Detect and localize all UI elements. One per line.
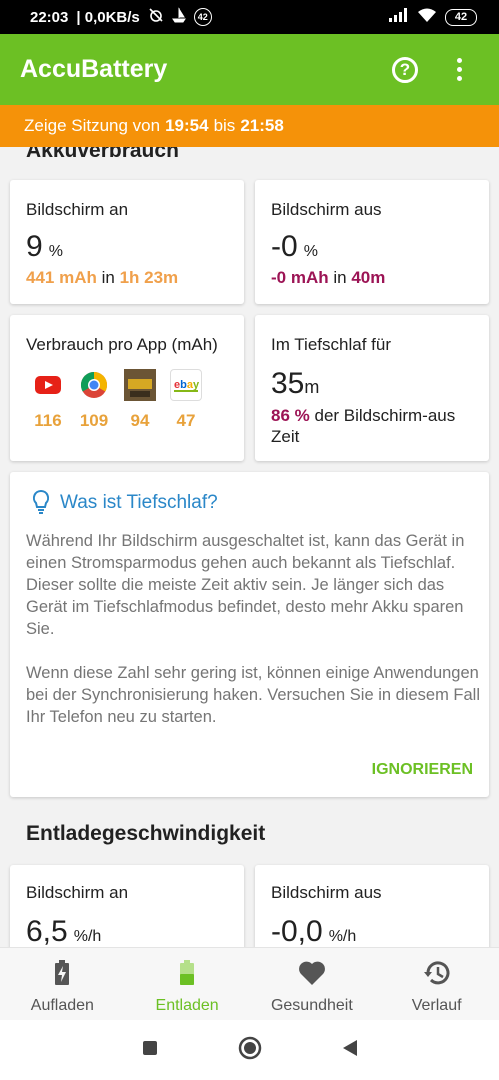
status-bar: 22:03 | 0,0KB/s 42 42 bbox=[0, 0, 499, 34]
nav-label: Aufladen bbox=[30, 997, 94, 1014]
discharge-section-title: Entladegeschwindigkeit bbox=[26, 822, 266, 845]
status-speed: | 0,0KB/s bbox=[76, 8, 140, 26]
svg-text:ebay: ebay bbox=[174, 379, 200, 391]
session-end: 21:58 bbox=[240, 116, 284, 135]
system-navigation bbox=[0, 1020, 499, 1080]
chrome-icon bbox=[78, 369, 110, 401]
per-app-card[interactable]: Verbrauch pro App (mAh) 116 109 94 ebay … bbox=[10, 315, 244, 461]
alarm-off-icon bbox=[148, 7, 164, 27]
home-icon[interactable] bbox=[238, 1036, 262, 1065]
deep-sleep-value: 35m bbox=[271, 367, 320, 400]
signal-icon bbox=[389, 8, 409, 26]
tip-body: Während Ihr Bildschirm ausgeschaltet ist… bbox=[26, 530, 481, 728]
session-prefix: Zeige Sitzung von bbox=[24, 116, 161, 135]
app-item-chrome[interactable]: 109 bbox=[78, 369, 110, 431]
nav-charging[interactable]: Aufladen bbox=[0, 948, 125, 1020]
tip-paragraph: Wenn diese Zahl sehr gering ist, können … bbox=[26, 664, 481, 726]
app-value: 109 bbox=[79, 411, 109, 430]
app-item-game[interactable]: 94 bbox=[124, 369, 156, 431]
scroll-content[interactable]: Akkuverbrauch Bildschirm an 9% 441 mAh i… bbox=[0, 147, 499, 947]
app-item-ebay[interactable]: ebay 47 bbox=[170, 369, 202, 431]
card-label: Bildschirm aus bbox=[271, 200, 382, 219]
ebay-kleinanzeigen-icon: ebay bbox=[170, 369, 202, 401]
help-button[interactable]: ? bbox=[385, 50, 425, 90]
app-title: AccuBattery bbox=[20, 55, 168, 83]
session-banner[interactable]: Zeige Sitzung von 19:54 bis 21:58 bbox=[0, 105, 499, 147]
app-list: 116 109 94 ebay 47 bbox=[32, 369, 202, 431]
deep-sleep-card[interactable]: Im Tiefschlaf für 35m 86 % der Bildschir… bbox=[255, 315, 489, 461]
help-icon: ? bbox=[392, 56, 418, 83]
card-label: Im Tiefschlaf für bbox=[271, 335, 391, 354]
battery-icon bbox=[179, 960, 195, 991]
heart-icon bbox=[298, 960, 326, 991]
battery-status-icon: 42 bbox=[445, 8, 477, 26]
discharge-screen-off-card[interactable]: Bildschirm aus -0,0 %/h bbox=[255, 865, 489, 947]
tip-paragraph: Während Ihr Bildschirm ausgeschaltet ist… bbox=[26, 532, 465, 638]
usage-screen-off-detail: -0 mAh in 40m bbox=[271, 268, 386, 287]
nav-discharging[interactable]: Entladen bbox=[125, 948, 250, 1020]
app-value: 47 bbox=[176, 411, 196, 430]
back-icon[interactable] bbox=[342, 1039, 358, 1062]
usage-screen-on-value: 9% bbox=[26, 230, 63, 263]
youtube-icon bbox=[32, 369, 64, 401]
nav-label: Verlauf bbox=[411, 997, 462, 1014]
nav-label: Gesundheit bbox=[270, 997, 353, 1014]
usage-screen-on-detail: 441 mAh in 1h 23m bbox=[26, 268, 179, 287]
session-mid: bis bbox=[213, 116, 236, 135]
wifi-icon bbox=[417, 8, 437, 27]
recents-icon[interactable] bbox=[142, 1040, 158, 1061]
nav-label: Entladen bbox=[155, 997, 219, 1014]
session-start: 19:54 bbox=[165, 116, 209, 135]
card-label: Bildschirm an bbox=[26, 200, 129, 219]
app-bar: AccuBattery ? bbox=[0, 34, 499, 105]
deep-sleep-detail: 86 % der Bildschirm-aus Zeit bbox=[271, 406, 456, 446]
battery-charging-icon bbox=[54, 960, 70, 991]
app-value: 116 bbox=[34, 411, 62, 430]
boat-icon bbox=[171, 7, 186, 27]
card-label: Verbrauch pro App (mAh) bbox=[26, 335, 218, 354]
nav-health[interactable]: Gesundheit bbox=[250, 948, 375, 1020]
game-icon bbox=[124, 369, 156, 401]
ignore-button[interactable]: IGNORIEREN bbox=[372, 761, 473, 779]
discharge-screen-on-card[interactable]: Bildschirm an 6,5 %/h bbox=[10, 865, 244, 947]
bottom-navigation: Aufladen Entladen Gesundheit Verlauf bbox=[0, 947, 499, 1020]
notification-badge: 42 bbox=[193, 8, 212, 26]
status-time: 22:03 bbox=[30, 8, 69, 26]
card-label: Bildschirm aus bbox=[271, 883, 382, 902]
usage-screen-on-card[interactable]: Bildschirm an 9% 441 mAh in 1h 23m bbox=[10, 180, 244, 304]
usage-screen-off-card[interactable]: Bildschirm aus -0% -0 mAh in 40m bbox=[255, 180, 489, 304]
discharge-screen-on-value: 6,5 %/h bbox=[26, 915, 102, 947]
more-vert-icon[interactable] bbox=[439, 50, 479, 90]
app-value: 94 bbox=[130, 411, 150, 430]
card-label: Bildschirm an bbox=[26, 883, 129, 902]
nav-history[interactable]: Verlauf bbox=[374, 948, 499, 1020]
lightbulb-icon bbox=[32, 489, 50, 520]
tip-card: Was ist Tiefschlaf? Während Ihr Bildschi… bbox=[10, 472, 489, 797]
usage-screen-off-value: -0% bbox=[271, 230, 318, 263]
app-item-youtube[interactable]: 116 bbox=[32, 369, 64, 431]
discharge-screen-off-value: -0,0 %/h bbox=[271, 915, 357, 947]
usage-section-title: Akkuverbrauch bbox=[26, 147, 179, 162]
history-icon bbox=[423, 960, 451, 991]
tip-title: Was ist Tiefschlaf? bbox=[60, 492, 218, 513]
